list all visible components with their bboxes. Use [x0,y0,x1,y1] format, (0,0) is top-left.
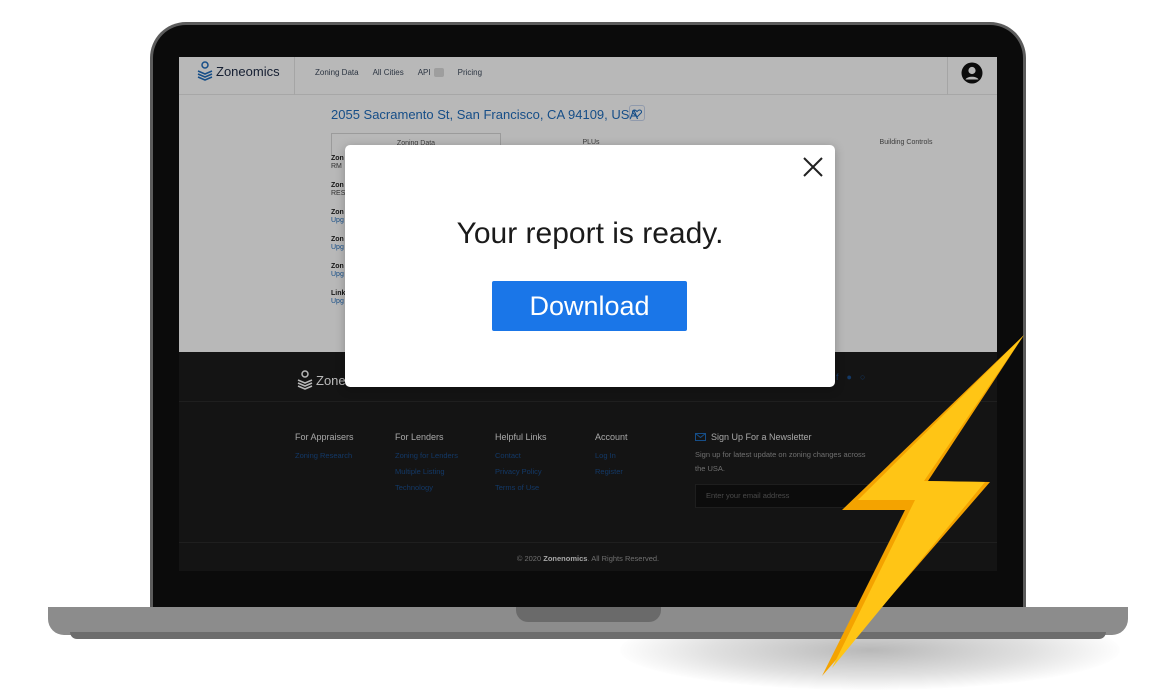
laptop-base-edge [70,632,1106,639]
report-ready-modal: Your report is ready. Download [345,145,835,387]
laptop-notch [516,607,661,622]
modal-title: Your report is ready. [456,217,724,250]
download-button[interactable]: Download [492,281,687,331]
close-icon[interactable] [801,155,825,179]
